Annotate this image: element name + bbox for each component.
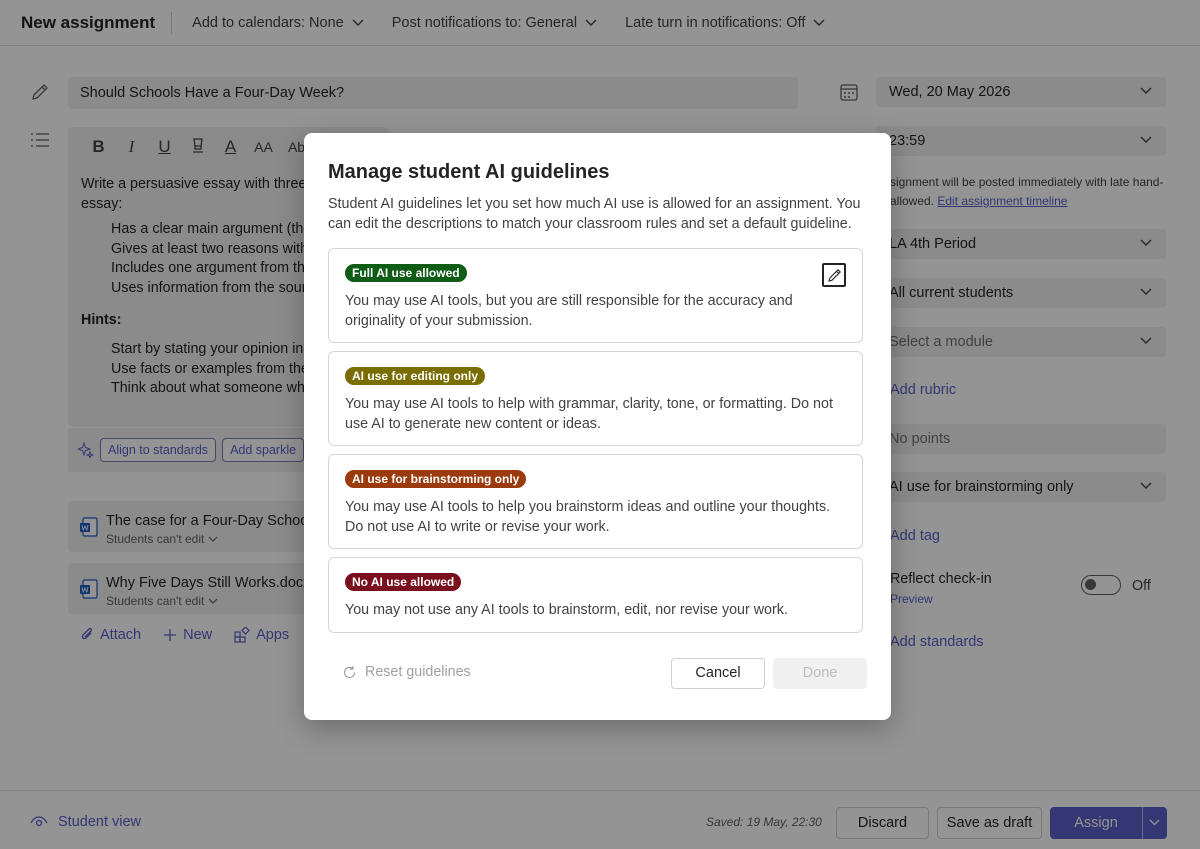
pencil-icon [828, 269, 841, 282]
guideline-badge: AI use for brainstorming only [345, 470, 527, 488]
guideline-badge: AI use for editing only [345, 367, 486, 385]
guideline-card-brainstorming[interactable]: AI use for brainstorming only You may us… [328, 454, 863, 549]
guideline-text: You may use AI tools to help with gramma… [345, 396, 833, 432]
guideline-text: You may use AI tools, but you are still … [345, 293, 793, 329]
done-button[interactable]: Done [773, 658, 867, 689]
edit-guideline-button[interactable] [822, 263, 846, 287]
reset-guidelines-button[interactable]: Reset guidelines [342, 664, 471, 680]
guideline-badge: No AI use allowed [345, 573, 462, 591]
dialog-description: Student AI guidelines let you set how mu… [328, 196, 861, 232]
guideline-card-none[interactable]: No AI use allowed You may not use any AI… [328, 557, 863, 633]
cancel-button[interactable]: Cancel [671, 658, 765, 689]
reset-icon [343, 665, 356, 678]
guideline-card-full[interactable]: Full AI use allowed You may use AI tools… [328, 248, 863, 343]
guideline-badge: Full AI use allowed [345, 264, 467, 282]
guideline-card-editing[interactable]: AI use for editing only You may use AI t… [328, 351, 863, 446]
guideline-text: You may not use any AI tools to brainsto… [345, 602, 788, 618]
ai-guidelines-dialog: Manage student AI guidelines Student AI … [304, 133, 891, 720]
dialog-title: Manage student AI guidelines [328, 161, 610, 183]
guideline-text: You may use AI tools to help you brainst… [345, 499, 831, 535]
